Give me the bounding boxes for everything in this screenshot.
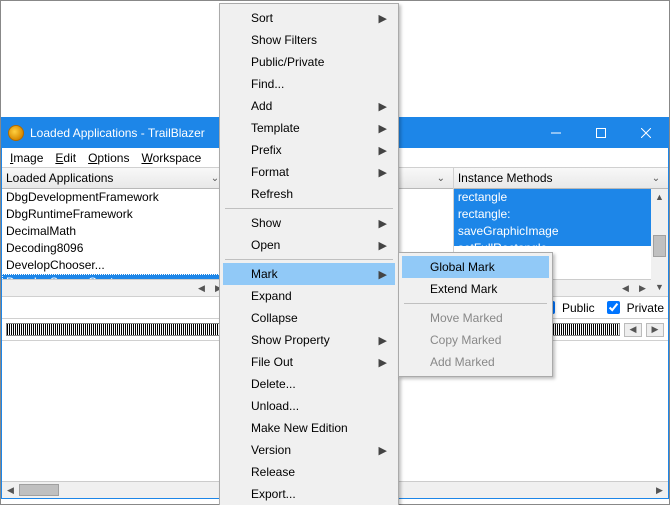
list-item[interactable]: DbgRuntimeFramework — [2, 206, 227, 223]
submenu-item-move-marked: Move Marked — [402, 307, 549, 329]
menu-item-file-out[interactable]: File Out▶ — [223, 351, 395, 373]
minimize-button[interactable] — [533, 118, 578, 148]
pane-applications-header[interactable]: Loaded Applications ⌄ — [2, 168, 227, 189]
list-item[interactable]: setFullRectangle — [454, 240, 651, 246]
scroll-down-button[interactable]: ▼ — [651, 279, 668, 296]
public-label: Public — [562, 301, 595, 315]
menu-item-unload[interactable]: Unload... — [223, 395, 395, 417]
menu-item-version[interactable]: Version▶ — [223, 439, 395, 461]
submenu-item-copy-marked: Copy Marked — [402, 329, 549, 351]
context-submenu-mark[interactable]: Global MarkExtend Mark Move MarkedCopy Ma… — [398, 252, 553, 377]
menu-workspace[interactable]: Workspace — [135, 150, 207, 166]
menu-edit[interactable]: Edit — [49, 150, 82, 166]
menu-item-add[interactable]: Add▶ — [223, 95, 395, 117]
menu-item-show-filters[interactable]: Show Filters — [223, 29, 395, 51]
submenu-item-add-marked: Add Marked — [402, 351, 549, 373]
menu-separator — [225, 259, 393, 260]
menu-item-template[interactable]: Template▶ — [223, 117, 395, 139]
submenu-arrow-icon: ▶ — [379, 268, 387, 281]
private-checkbox[interactable] — [607, 301, 620, 314]
context-menu[interactable]: Sort▶Show FiltersPublic/PrivateFind...Ad… — [219, 3, 399, 505]
submenu-arrow-icon: ▶ — [379, 356, 387, 369]
maximize-button[interactable] — [578, 118, 623, 148]
menu-image[interactable]: Image — [4, 150, 49, 166]
pane-methods-header[interactable]: Instance Methods ⌄ — [454, 168, 668, 189]
close-button[interactable] — [623, 118, 668, 148]
list-item[interactable]: rectangle — [454, 189, 651, 206]
submenu-arrow-icon: ▶ — [379, 122, 387, 135]
submenu-item-global-mark[interactable]: Global Mark — [402, 256, 549, 278]
menu-item-export[interactable]: Export... — [223, 483, 395, 505]
submenu-arrow-icon: ▶ — [379, 12, 387, 25]
divider-prev-button[interactable]: ◀ — [624, 323, 642, 337]
submenu-arrow-icon: ▶ — [379, 334, 387, 347]
menu-item-release[interactable]: Release — [223, 461, 395, 483]
submenu-arrow-icon: ▶ — [379, 144, 387, 157]
menu-item-public-private[interactable]: Public/Private — [223, 51, 395, 73]
menu-item-format[interactable]: Format▶ — [223, 161, 395, 183]
menu-item-find[interactable]: Find... — [223, 73, 395, 95]
submenu-arrow-icon: ▶ — [379, 100, 387, 113]
menu-item-show[interactable]: Show▶ — [223, 212, 395, 234]
menu-item-sort[interactable]: Sort▶ — [223, 7, 395, 29]
submenu-arrow-icon: ▶ — [379, 444, 387, 457]
chevron-down-icon: ⌄ — [433, 173, 449, 184]
chevron-down-icon: ⌄ — [648, 173, 664, 184]
list-item[interactable]: Decoding8096 — [2, 240, 227, 257]
list-item[interactable]: DbgDevelopmentFramework — [2, 189, 227, 206]
scroll-right-button[interactable]: ▶ — [634, 280, 651, 296]
menu-item-expand[interactable]: Expand — [223, 285, 395, 307]
menu-item-open[interactable]: Open▶ — [223, 234, 395, 256]
scroll-left-button[interactable]: ◀ — [193, 280, 210, 296]
vertical-scrollbar[interactable]: ▲ ▼ — [651, 189, 668, 296]
scroll-left-button[interactable]: ◀ — [2, 482, 19, 498]
submenu-arrow-icon: ▶ — [379, 217, 387, 230]
menu-separator — [404, 303, 547, 304]
pane-applications-list[interactable]: DbgDevelopmentFrameworkDbgRuntimeFramewo… — [2, 189, 227, 296]
menu-item-mark[interactable]: Mark▶ — [223, 263, 395, 285]
menu-item-delete[interactable]: Delete... — [223, 373, 395, 395]
submenu-item-extend-mark[interactable]: Extend Mark — [402, 278, 549, 300]
menu-item-collapse[interactable]: Collapse — [223, 307, 395, 329]
menu-item-refresh[interactable]: Refresh — [223, 183, 395, 205]
list-item[interactable]: rectangle: — [454, 206, 651, 223]
scroll-up-button[interactable]: ▲ — [651, 189, 668, 206]
list-item[interactable]: DecimalMath — [2, 223, 227, 240]
menu-separator — [225, 208, 393, 209]
pane-applications: Loaded Applications ⌄ DbgDevelopmentFram… — [2, 168, 228, 296]
submenu-arrow-icon: ▶ — [379, 166, 387, 179]
submenu-arrow-icon: ▶ — [379, 239, 387, 252]
app-icon — [8, 125, 24, 141]
scroll-right-button[interactable]: ▶ — [651, 482, 668, 498]
scroll-left-button[interactable]: ◀ — [617, 280, 634, 296]
menu-item-make-new-edition[interactable]: Make New Edition — [223, 417, 395, 439]
menu-options[interactable]: Options — [82, 150, 135, 166]
menu-item-show-property[interactable]: Show Property▶ — [223, 329, 395, 351]
list-item[interactable]: saveGraphicImage — [454, 223, 651, 240]
divider-next-button[interactable]: ▶ — [646, 323, 664, 337]
private-label: Private — [627, 301, 664, 315]
list-item[interactable]: DevelopChooser... — [2, 257, 227, 274]
menu-item-prefix[interactable]: Prefix▶ — [223, 139, 395, 161]
